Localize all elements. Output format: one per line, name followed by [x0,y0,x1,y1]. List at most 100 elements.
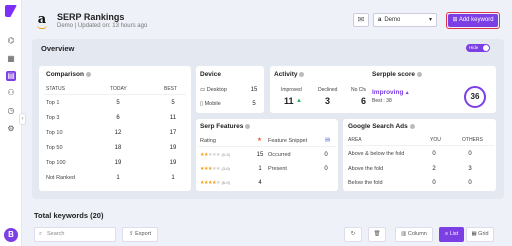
rankings-icon[interactable]: ▤ [6,71,16,81]
gear-icon[interactable]: ⚙ [6,124,16,134]
rocket-icon[interactable]: ⌬ [6,36,16,46]
stars-empty-icon: ★★★ [207,152,220,158]
rating-range: (6-9) [221,180,230,185]
total-keywords-title: Total keywords (20) [34,211,104,220]
delete-button[interactable]: 🗑 [368,227,386,242]
avatar[interactable]: B [4,228,18,242]
comparison-today: 6 [116,115,120,121]
serpple-score-status: Improving ▲ [372,89,410,96]
clock-icon[interactable]: ◷ [6,106,16,116]
google-ads-area: Above the fold [348,166,384,172]
comparison-best: 11 [169,115,177,121]
search-icon: ⌕ [39,231,43,237]
info-icon[interactable] [85,71,91,77]
column-label: Column [407,231,427,237]
google-ads-title: Google Search Ads [348,123,415,130]
rating-row: ★★★★★ (6-9) [200,180,230,186]
activity-title-text: Activity [274,71,298,78]
comparison-title-text: Comparison [46,71,84,78]
comparison-card [39,66,191,191]
comparison-today: 1 [116,175,120,181]
comparison-header-today: TODAY [110,86,127,92]
activity-declined-value: 3 [325,96,331,106]
amazon-small-icon: a [378,17,382,23]
list-label: List [449,231,459,237]
rating-count: 4 [258,180,262,186]
comparison-status: Top 3 [46,115,60,121]
list-view-button[interactable]: ≡ List [439,227,464,242]
project-select[interactable]: a Demo ▾ [373,13,437,27]
grid-label: Grid [478,231,489,237]
link-icon[interactable]: ⚇ [6,88,16,98]
info-icon[interactable] [299,71,305,77]
device-title: Device [200,71,221,78]
google-ads-others: 3 [468,166,472,172]
rating-count: 1 [258,166,262,172]
add-keyword-inner: ⊞ Add keyword [448,14,498,27]
hide-toggle[interactable]: Hide [466,44,490,52]
device-mobile-label: Mobile [204,101,221,107]
export-label: Export [135,231,152,237]
export-button[interactable]: ⇪ Export [122,227,158,242]
comparison-today: 12 [114,130,122,136]
comparison-status: Not Ranked [46,175,76,181]
add-keyword-button[interactable]: ⊞ Add keyword [446,12,500,29]
serp-features-title: Serp Features [200,123,251,130]
comparison-best: 19 [169,145,177,151]
serpple-score-circle: 36 [464,86,486,108]
chevron-down-icon: ▾ [428,17,432,23]
feature-value: 0 [324,166,328,172]
grid-icon[interactable]: ▦ [6,54,16,64]
grid-view-button[interactable]: ▦ Grid [466,227,494,242]
stars-icon: ★★★ [200,166,212,172]
google-ads-header-others: OTHERS [462,137,483,143]
comparison-best: 5 [171,100,175,106]
column-icon: ▥ [401,231,408,237]
google-ads-you: 0 [432,180,436,186]
google-ads-area: Above & below the fold [348,151,405,157]
stars-empty-icon: ★★ [211,166,220,172]
page-title: SERP Rankings [57,12,125,22]
app-logo[interactable] [5,5,17,17]
column-button[interactable]: ▥ Column [395,227,433,242]
rating-range: (3-6) [221,166,230,171]
comparison-best: 17 [169,130,177,136]
mail-icon[interactable]: ✉ [353,13,369,27]
sidebar-expand-button[interactable]: › [19,113,26,125]
comparison-status: Top 1 [46,100,60,106]
rating-row: ★★★★★ (3-6) [200,166,230,172]
serpple-score-title-text: Serpple score [372,71,415,78]
divider [44,94,186,95]
search-input[interactable]: ⌕ Search [34,227,116,242]
device-desktop-label: Desktop [206,87,227,93]
activity-improved-value: 11 [284,96,294,106]
divider [198,146,336,147]
stars-icon: ★★★★ [200,180,216,186]
info-icon[interactable] [245,123,251,129]
feature-label: Present [268,166,287,172]
serpple-score-title: Serpple score [372,71,422,78]
feature-label: Occurred [268,152,291,158]
activity-title: Activity [274,71,305,78]
info-icon[interactable] [409,123,415,129]
google-ads-area: Below the fold [348,180,383,186]
add-keyword-label: Add keyword [458,17,494,23]
serp-features-rating-header: Rating [200,138,216,144]
rating-row: ★★★★★ (0-3) [200,152,230,158]
serp-features-title-text: Serp Features [200,123,244,130]
refresh-button[interactable]: ↻ [344,227,362,242]
google-ads-others: 0 [468,151,472,157]
stars-icon: ★★ [200,152,208,158]
refresh-icon: ↻ [350,231,356,237]
device-mobile-value: 5 [252,101,256,107]
arrow-up-icon: ▲ [296,98,302,104]
google-ads-you: 2 [432,166,436,172]
star-icon: ★ [257,137,262,143]
google-ads-you: 0 [432,151,436,157]
overview-title: Overview [41,44,75,53]
device-desktop: ▭ Desktop [200,87,227,93]
serpple-score-best: Best : 38 [372,98,392,104]
info-icon[interactable] [417,71,422,77]
google-ads-title-text: Google Search Ads [348,123,408,130]
serp-features-feature-header: Feature Snippet [268,138,308,144]
